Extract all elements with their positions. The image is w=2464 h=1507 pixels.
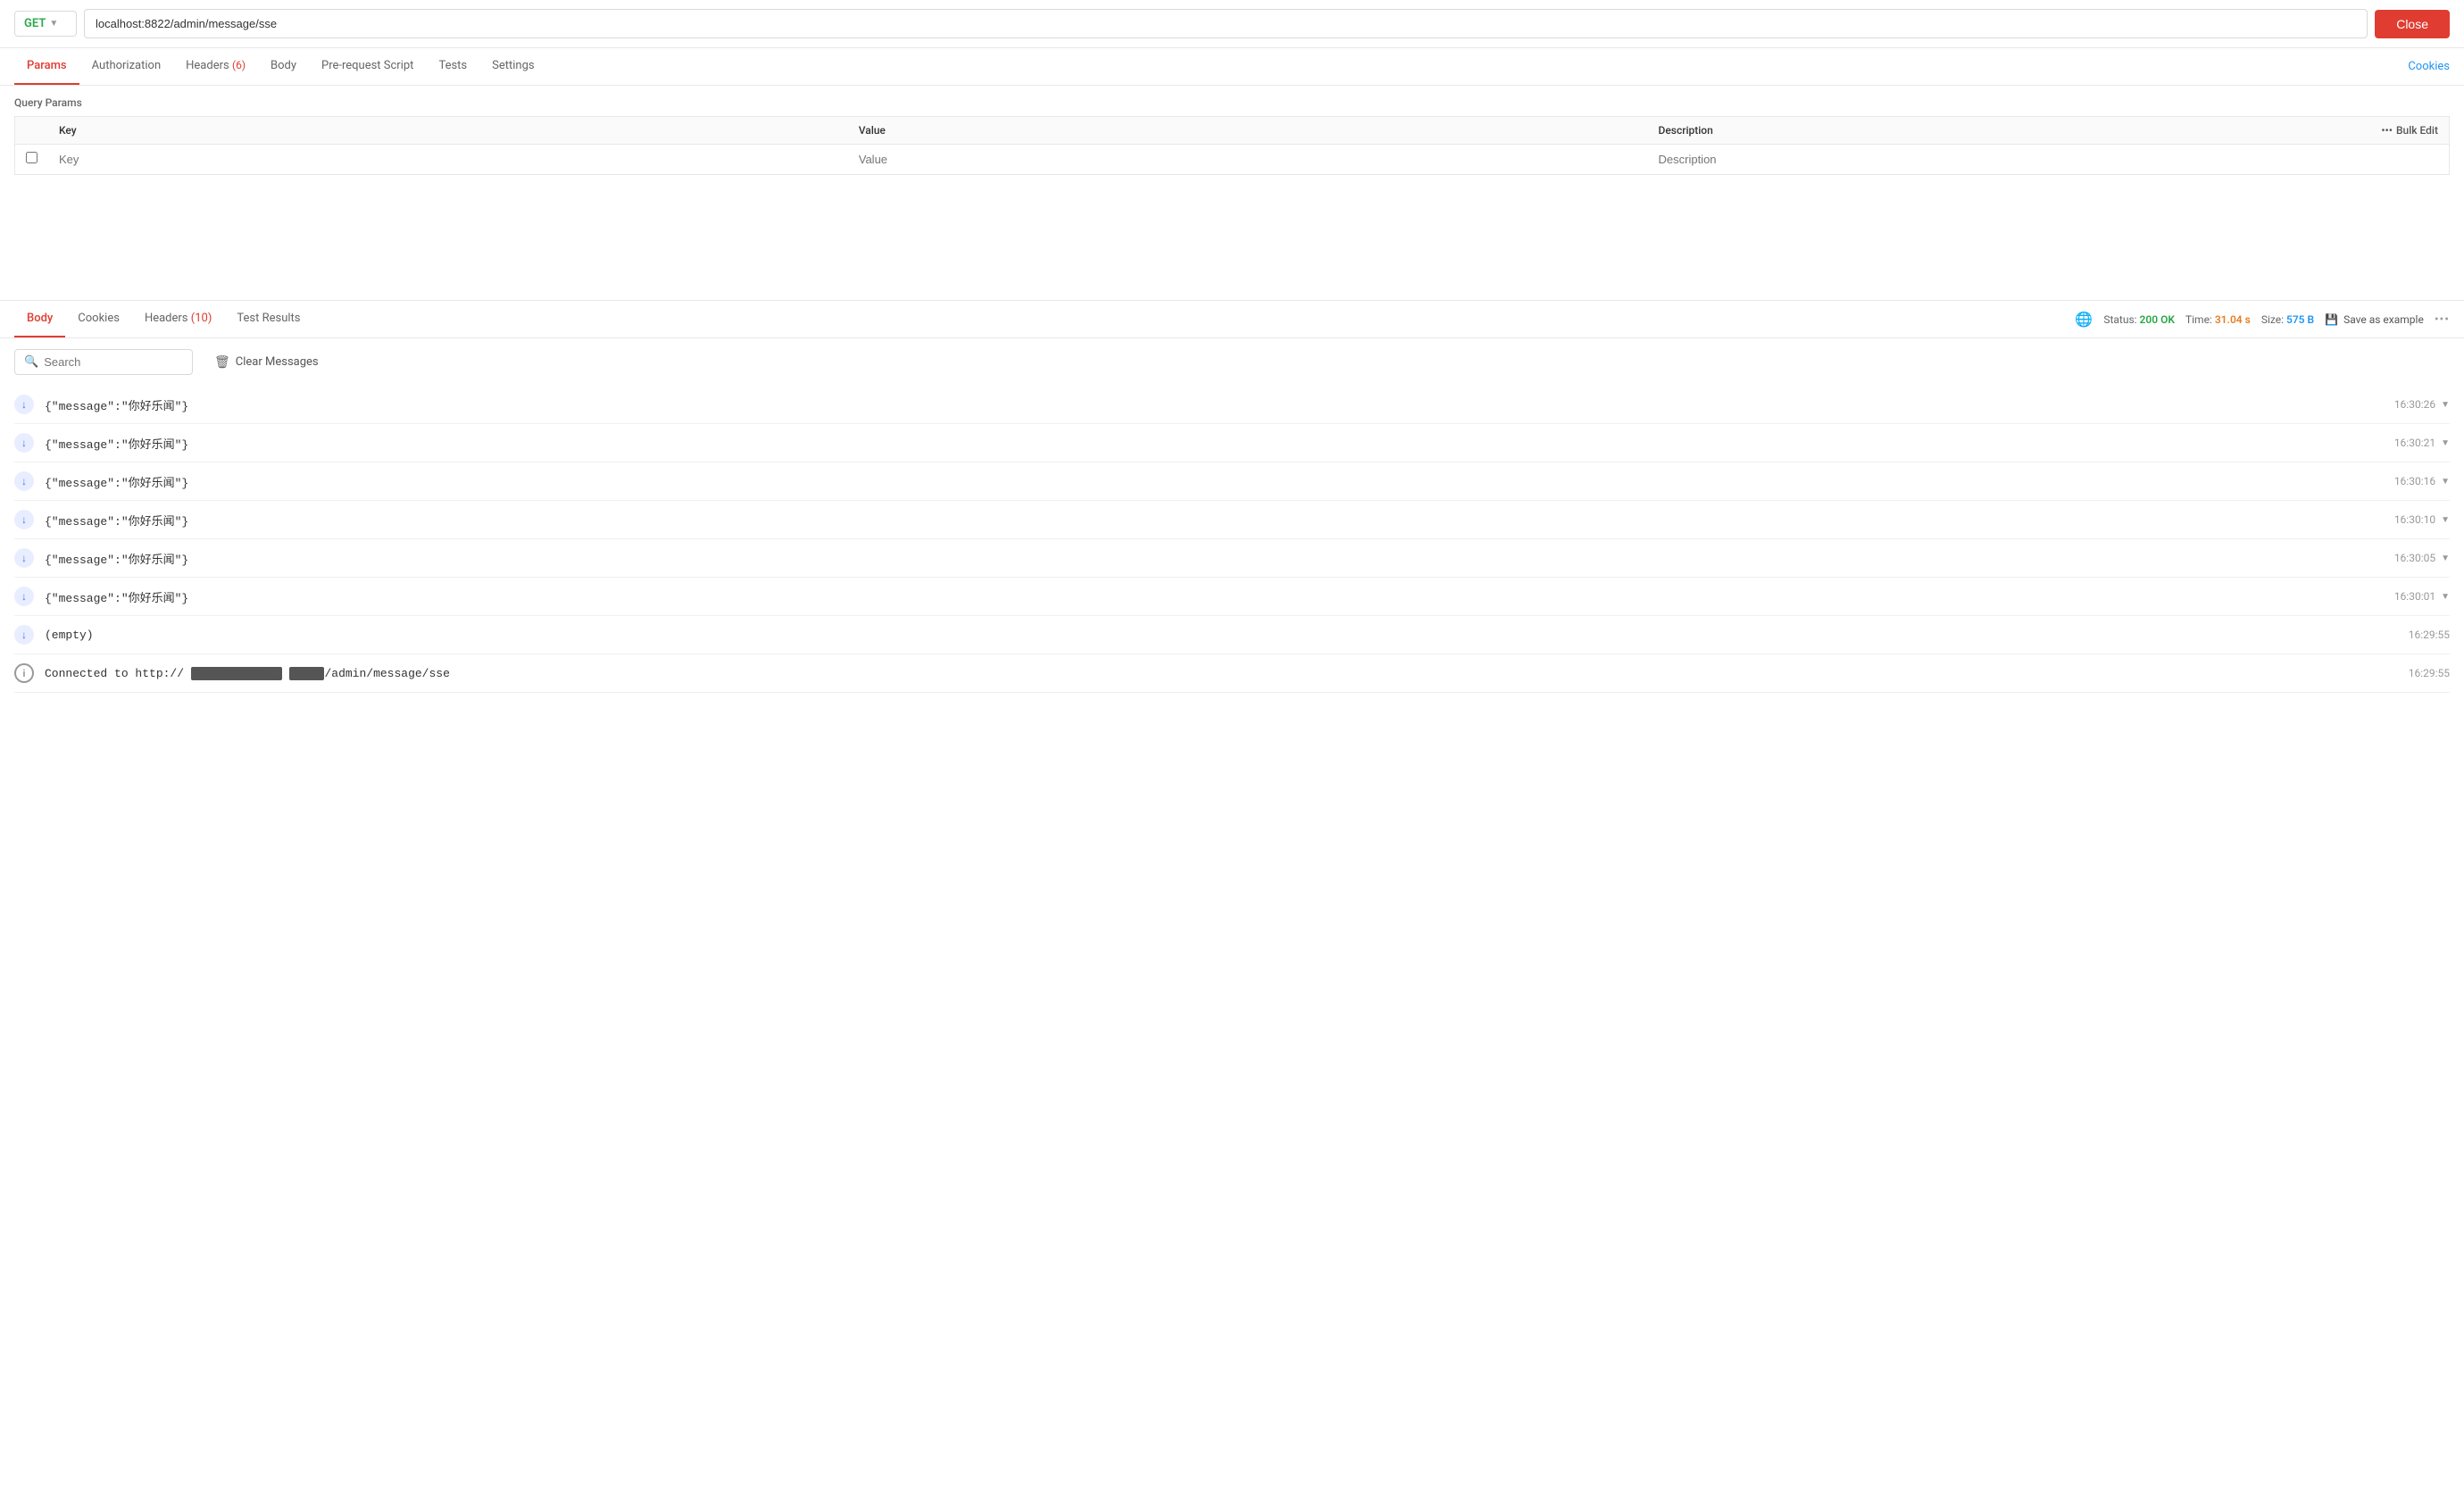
url-bar: GET ▼ Close [0, 0, 2464, 48]
expand-chevron-icon[interactable]: ▼ [2441, 438, 2450, 448]
message-time: 16:30:01▼ [2394, 590, 2450, 603]
tab-body[interactable]: Body [258, 48, 309, 85]
time-label: Time: 31.04 s [2185, 313, 2251, 326]
key-input[interactable] [59, 153, 837, 166]
query-params-section: Query Params Key Value Description ••• B… [0, 86, 2464, 175]
message-content: {"message":"你好乐闻"} [45, 473, 2384, 490]
message-time: 16:30:26▼ [2394, 398, 2450, 411]
message-row[interactable]: ↓ {"message":"你好乐闻"} 16:30:16▼ [14, 462, 2450, 501]
bottom-tabs: Body Cookies Headers (10) Test Results 🌐… [0, 301, 2464, 338]
search-box[interactable]: 🔍 [14, 349, 193, 375]
down-arrow-icon: ↓ [14, 587, 34, 606]
query-params-label: Query Params [14, 96, 2450, 109]
description-input[interactable] [1659, 153, 2439, 166]
key-cell[interactable] [48, 145, 848, 175]
save-icon: 💾 [2325, 313, 2338, 326]
checkbox-col-header [15, 117, 49, 145]
trash-icon: 🗑 [214, 355, 230, 370]
value-col-header: Value [848, 117, 1648, 145]
chevron-down-icon: ▼ [49, 19, 58, 29]
message-time: 16:29:55 [2409, 629, 2450, 641]
messages-list: ↓ {"message":"你好乐闻"} 16:30:26▼ ↓ {"message":… [0, 386, 2464, 693]
message-time: 16:30:05▼ [2394, 552, 2450, 564]
message-row[interactable]: ↓ {"message":"你好乐闻"} 16:30:05▼ [14, 539, 2450, 578]
message-content: {"message":"你好乐闻"} [45, 512, 2384, 529]
message-time: 16:29:55 [2409, 667, 2450, 679]
bottom-section: Body Cookies Headers (10) Test Results 🌐… [0, 301, 2464, 693]
search-icon: 🔍 [24, 355, 38, 369]
params-table: Key Value Description ••• Bulk Edit [14, 116, 2450, 175]
message-row[interactable]: ↓ {"message":"你好乐闻"} 16:30:21▼ [14, 424, 2450, 462]
search-clear-row: 🔍 🗑 Clear Messages [0, 338, 2464, 386]
value-cell[interactable] [848, 145, 1648, 175]
down-arrow-icon: ↓ [14, 510, 34, 529]
message-content: {"message":"你好乐闻"} [45, 435, 2384, 452]
save-as-example-button[interactable]: 💾 Save as example [2325, 313, 2424, 326]
row-checkbox[interactable] [15, 145, 49, 175]
message-row[interactable]: ↓ {"message":"你好乐闻"} 16:30:01▼ [14, 578, 2450, 616]
tab-settings[interactable]: Settings [479, 48, 546, 85]
tab-cookies-bottom[interactable]: Cookies [65, 301, 132, 337]
tab-headers-bottom[interactable]: Headers (10) [132, 301, 224, 337]
more-options-button[interactable]: ••• [2435, 312, 2450, 327]
method-label: GET [24, 17, 46, 30]
down-arrow-icon: ↓ [14, 471, 34, 491]
expand-chevron-icon[interactable]: ▼ [2441, 554, 2450, 563]
message-content: {"message":"你好乐闻"} [45, 588, 2384, 605]
value-input[interactable] [859, 153, 1637, 166]
close-button[interactable]: Close [2375, 10, 2450, 38]
tab-authorization[interactable]: Authorization [79, 48, 174, 85]
tab-headers[interactable]: Headers (6) [173, 48, 258, 85]
status-bar: 🌐 Status: 200 OK Time: 31.04 s Size: 575… [2075, 311, 2450, 328]
message-row[interactable]: ↓ (empty) 16:29:55 [14, 616, 2450, 654]
description-cell[interactable] [1648, 145, 2450, 175]
status-label: Status: 200 OK [2103, 313, 2175, 326]
method-selector[interactable]: GET ▼ [14, 11, 77, 37]
expand-chevron-icon[interactable]: ▼ [2441, 400, 2450, 410]
message-time: 16:30:16▼ [2394, 475, 2450, 487]
top-tabs: Params Authorization Headers (6) Body Pr… [0, 48, 2464, 86]
checkbox-input[interactable] [26, 152, 37, 163]
description-col-header: Description ••• Bulk Edit [1648, 117, 2450, 145]
message-row[interactable]: ↓ {"message":"你好乐闻"} 16:30:10▼ [14, 501, 2450, 539]
message-content: {"message":"你好乐闻"} [45, 396, 2384, 413]
cookies-link[interactable]: Cookies [2408, 60, 2450, 73]
down-arrow-icon: ↓ [14, 625, 34, 645]
spacer [0, 175, 2464, 282]
down-arrow-icon: ↓ [14, 433, 34, 453]
key-col-header: Key [48, 117, 848, 145]
message-content: Connected to http:// redacted red/admin/… [45, 667, 2398, 680]
size-label: Size: 575 B [2261, 313, 2314, 326]
tab-test-results[interactable]: Test Results [224, 301, 312, 337]
clear-messages-button[interactable]: 🗑 Clear Messages [204, 350, 329, 375]
expand-chevron-icon[interactable]: ▼ [2441, 515, 2450, 525]
expand-chevron-icon[interactable]: ▼ [2441, 477, 2450, 487]
message-row[interactable]: ↓ {"message":"你好乐闻"} 16:30:26▼ [14, 386, 2450, 424]
message-content: {"message":"你好乐闻"} [45, 550, 2384, 567]
message-time: 16:30:10▼ [2394, 513, 2450, 526]
table-row [15, 145, 2450, 175]
tab-tests[interactable]: Tests [426, 48, 479, 85]
expand-chevron-icon[interactable]: ▼ [2441, 592, 2450, 602]
down-arrow-icon: ↓ [14, 548, 34, 568]
down-arrow-icon: ↓ [14, 395, 34, 414]
bulk-edit-button[interactable]: ••• Bulk Edit [2381, 124, 2438, 137]
info-icon: i [14, 663, 34, 683]
tab-body-bottom[interactable]: Body [14, 301, 65, 337]
message-content: (empty) [45, 629, 2398, 642]
message-time: 16:30:21▼ [2394, 437, 2450, 449]
tab-params[interactable]: Params [14, 48, 79, 85]
tab-prerequest-script[interactable]: Pre-request Script [309, 48, 426, 85]
url-input[interactable] [84, 9, 2368, 38]
globe-icon: 🌐 [2075, 311, 2093, 328]
message-row[interactable]: i Connected to http:// redacted red/admin… [14, 654, 2450, 693]
search-input[interactable] [44, 355, 183, 369]
